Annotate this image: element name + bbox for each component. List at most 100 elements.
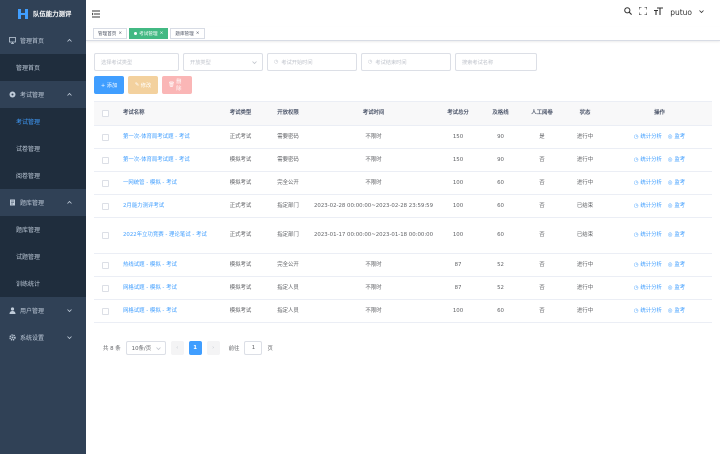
- monitor-button[interactable]: ◎ 监考: [668, 202, 685, 211]
- close-icon[interactable]: ×: [160, 31, 164, 36]
- cell-total: 87: [454, 261, 462, 268]
- operations-cell: ◷ 统计分析 ◎ 监考: [607, 277, 712, 299]
- close-icon[interactable]: ×: [118, 31, 122, 36]
- monitor-button[interactable]: ◎ 监考: [668, 284, 685, 293]
- chevron-down-icon[interactable]: [699, 9, 704, 16]
- exam-select[interactable]: 选择考试类型: [94, 53, 179, 71]
- cell-status: 进行中: [576, 307, 594, 314]
- fullscreen-icon[interactable]: [638, 6, 648, 17]
- table-row: 热线试题 - 模拟 - 考试 模拟考试 完全公开 不限时 87 52 否 进行中 ◷ 统计分析 ◎…: [94, 254, 712, 277]
- monitor-button-label: 监考: [674, 156, 686, 163]
- cell-type: 模拟考试: [229, 307, 252, 314]
- sidebar-item[interactable]: 考试管理: [0, 108, 86, 135]
- desktop-icon: [9, 37, 16, 44]
- monitor-button-label: 监考: [674, 261, 686, 268]
- row-checkbox[interactable]: [101, 156, 109, 164]
- exam-icon: [9, 91, 16, 98]
- clock-icon: ◷: [274, 59, 279, 65]
- cell-total: 100: [452, 232, 464, 238]
- logo[interactable]: 队伍能力测评: [0, 0, 86, 27]
- edit-button[interactable]: ✎ 修改: [128, 76, 158, 94]
- exam-name-link[interactable]: 第一次-体育局考试题 - 考试: [116, 126, 216, 148]
- table-row: 第一次-体育局考试题 - 考试 正式考试 需要密码 不限时 150 90 是 进行中 ◷ 统计分…: [94, 126, 712, 149]
- search-icon[interactable]: [624, 7, 633, 17]
- next-page-button[interactable]: ›: [206, 341, 220, 355]
- sidebar-item[interactable]: 试题管理: [0, 243, 86, 270]
- stats-button[interactable]: ◷ 统计分析: [634, 202, 662, 211]
- sidebar-item[interactable]: 阅卷管理: [0, 162, 86, 189]
- menu-head[interactable]: 题库管理: [0, 189, 86, 216]
- menu-head[interactable]: 管理首页: [0, 27, 86, 54]
- column-header: 考试总分: [447, 110, 469, 116]
- cell-time: 不限时: [365, 133, 382, 140]
- prev-page-button[interactable]: ‹: [170, 341, 184, 355]
- cell-pass: 90: [497, 156, 504, 163]
- exam-name-link[interactable]: 网格试题 - 模拟 - 考试: [116, 277, 216, 299]
- select-all-checkbox[interactable]: [101, 110, 109, 117]
- sidebar-item[interactable]: 试卷管理: [0, 135, 86, 162]
- monitor-button[interactable]: ◎ 监考: [668, 231, 685, 240]
- stats-button[interactable]: ◷ 统计分析: [634, 179, 662, 188]
- stats-button[interactable]: ◷ 统计分析: [634, 133, 662, 142]
- monitor-button[interactable]: ◎ 监考: [668, 133, 685, 142]
- sidebar-item[interactable]: 管理首页: [0, 54, 86, 81]
- exam-name-link[interactable]: 2022年立功竞赛 - 理论笔试 - 考试: [116, 218, 216, 253]
- stats-button[interactable]: ◷ 统计分析: [634, 261, 662, 270]
- sidebar-item[interactable]: 训练统计: [0, 270, 86, 297]
- exam-name-link[interactable]: 一网统管 - 模拟 - 考试: [116, 172, 216, 194]
- row-checkbox[interactable]: [101, 284, 109, 292]
- delete-button[interactable]: 🗑 删除: [162, 76, 192, 94]
- tag-item[interactable]: 题库管理 ×: [170, 28, 205, 39]
- start-time-picker[interactable]: ◷ 考试开始时间: [267, 53, 357, 71]
- page-size-select[interactable]: 10条/页: [125, 341, 166, 355]
- monitor-button[interactable]: ◎ 监考: [668, 179, 685, 188]
- topbar: putuo: [86, 0, 720, 27]
- font-size-icon[interactable]: [654, 7, 664, 17]
- exam-name-link[interactable]: 第一次-体育局考试题 - 考试: [116, 149, 216, 171]
- end-time-picker[interactable]: ◷ 考试结束时间: [361, 53, 451, 71]
- user-icon: [9, 307, 16, 314]
- stats-button[interactable]: ◷ 统计分析: [634, 156, 662, 165]
- menu-head[interactable]: 系统设置: [0, 324, 86, 351]
- exam-name-link[interactable]: 热线试题 - 模拟 - 考试: [116, 254, 216, 276]
- open-type-select[interactable]: 开放类型: [183, 53, 263, 71]
- row-checkbox[interactable]: [101, 202, 109, 210]
- menu-head[interactable]: 考试管理: [0, 81, 86, 108]
- stats-button[interactable]: ◷ 统计分析: [634, 231, 662, 240]
- operations-cell: ◷ 统计分析 ◎ 监考: [607, 149, 712, 171]
- page-number[interactable]: 1: [188, 341, 202, 355]
- monitor-button[interactable]: ◎ 监考: [668, 261, 685, 270]
- stats-button[interactable]: ◷ 统计分析: [634, 307, 662, 316]
- cell-pass: 52: [497, 284, 504, 291]
- cell-type: 模拟考试: [229, 179, 252, 186]
- column-header: 开放权限: [277, 110, 299, 116]
- monitor-button[interactable]: ◎ 监考: [668, 156, 685, 165]
- goto-page-input[interactable]: 1: [244, 341, 263, 355]
- exam-name-link[interactable]: 网格试题 - 模拟 - 考试: [116, 300, 216, 322]
- row-checkbox[interactable]: [101, 232, 109, 239]
- operations-cell: ◷ 统计分析 ◎ 监考: [607, 172, 712, 194]
- row-checkbox[interactable]: [101, 261, 109, 269]
- row-checkbox[interactable]: [101, 307, 109, 315]
- stats-button[interactable]: ◷ 统计分析: [634, 284, 662, 293]
- table-row: 2022年立功竞赛 - 理论笔试 - 考试 正式考试 指定部门 2023-01-17 …: [94, 218, 712, 254]
- select-all-cell: [94, 102, 116, 125]
- cell-total: 150: [452, 156, 464, 163]
- tag-item[interactable]: 考试管理 ×: [129, 28, 169, 39]
- exam-name-link[interactable]: 2月能力测评考试: [116, 195, 216, 217]
- chevron-down-icon: [67, 308, 72, 313]
- search-input[interactable]: 搜索考试名称: [455, 53, 537, 71]
- user-name[interactable]: putuo: [670, 8, 692, 17]
- close-icon[interactable]: ×: [196, 31, 200, 36]
- sidebar-item[interactable]: 题库管理: [0, 216, 86, 243]
- chevron-up-icon: [67, 38, 72, 43]
- row-checkbox[interactable]: [101, 133, 109, 141]
- tag-item[interactable]: 管理首页 ×: [93, 28, 128, 39]
- submenu: 题库管理 试题管理 训练统计: [0, 216, 86, 297]
- row-checkbox[interactable]: [101, 179, 109, 187]
- hamburger-icon[interactable]: [92, 10, 100, 18]
- add-button[interactable]: + 添加: [94, 76, 124, 94]
- cell-time: 不限时: [365, 156, 382, 163]
- menu-head[interactable]: 用户管理: [0, 297, 86, 324]
- monitor-button[interactable]: ◎ 监考: [668, 307, 685, 316]
